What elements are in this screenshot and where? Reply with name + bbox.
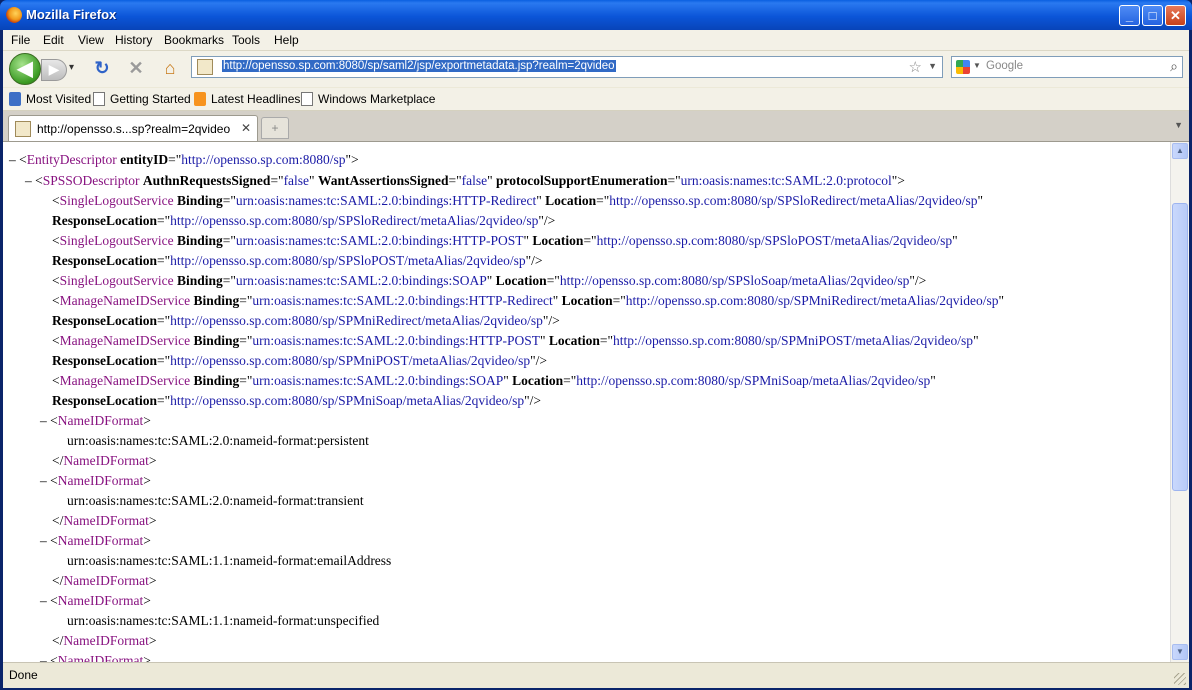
search-input[interactable]: Google: [986, 60, 1023, 72]
window-title: Mozilla Firefox: [26, 7, 117, 22]
xml-line: </NameIDFormat>: [52, 573, 157, 588]
engine-dropdown-icon[interactable]: ▼: [973, 61, 981, 70]
reload-icon[interactable]: ↻: [91, 57, 113, 79]
xml-line: urn:oasis:names:tc:SAML:1.1:nameid-forma…: [67, 553, 392, 568]
collapse-toggle[interactable]: –: [40, 533, 47, 548]
page-icon: [301, 92, 313, 106]
menu-bar: File Edit View History Bookmarks Tools H…: [3, 30, 1189, 51]
browser-window: File Edit View History Bookmarks Tools H…: [3, 30, 1189, 688]
menu-view[interactable]: View: [78, 33, 104, 47]
title-bar[interactable]: Mozilla Firefox _ □ ✕: [0, 0, 1192, 30]
xml-line: – <SPSSODescriptor AuthnRequestsSigned="…: [25, 173, 905, 188]
collapse-toggle[interactable]: –: [9, 152, 16, 167]
menu-bookmarks[interactable]: Bookmarks: [164, 33, 224, 47]
xml-line: ResponseLocation="http://opensso.sp.com:…: [52, 393, 542, 408]
bookmarks-toolbar: Most Visited Getting Started Latest Head…: [3, 88, 1189, 111]
xml-line: ResponseLocation="http://opensso.sp.com:…: [52, 353, 548, 368]
close-button[interactable]: ✕: [1165, 5, 1186, 26]
tab-list-dropdown-icon[interactable]: ▼: [1174, 120, 1183, 130]
xml-line: <ManageNameIDService Binding="urn:oasis:…: [52, 373, 936, 388]
collapse-toggle[interactable]: –: [40, 653, 47, 662]
menu-history[interactable]: History: [115, 33, 152, 47]
minimize-button[interactable]: _: [1119, 5, 1140, 26]
xml-line: – <EntityDescriptor entityID="http://ope…: [9, 152, 359, 167]
address-input[interactable]: http://opensso.sp.com:8080/sp/saml2/jsp/…: [222, 60, 616, 72]
site-favicon-icon: [197, 59, 213, 75]
menu-help[interactable]: Help: [274, 33, 299, 47]
stop-icon[interactable]: ✕: [125, 57, 147, 79]
xml-line: – <NameIDFormat>: [40, 653, 151, 662]
tab-label: http://opensso.s...sp?realm=2qvideo: [37, 122, 231, 136]
home-icon[interactable]: ⌂: [159, 57, 181, 79]
search-icon[interactable]: ⌕: [1170, 58, 1178, 75]
vertical-scrollbar[interactable]: ▲ ▼: [1170, 142, 1189, 662]
firefox-logo-icon: [6, 7, 22, 23]
new-tab-button[interactable]: +: [261, 117, 289, 139]
xml-line: ResponseLocation="http://opensso.sp.com:…: [52, 213, 556, 228]
history-dropdown-icon[interactable]: ▾: [69, 62, 74, 73]
menu-edit[interactable]: Edit: [43, 33, 64, 47]
resize-grip-icon[interactable]: [1174, 673, 1186, 685]
collapse-toggle[interactable]: –: [40, 413, 47, 428]
xml-line: ResponseLocation="http://opensso.sp.com:…: [52, 313, 560, 328]
collapse-toggle[interactable]: –: [40, 593, 47, 608]
scroll-down-button[interactable]: ▼: [1172, 644, 1188, 660]
xml-line: </NameIDFormat>: [52, 453, 157, 468]
rss-icon: [194, 92, 206, 106]
status-text: Done: [9, 668, 38, 682]
google-engine-icon[interactable]: [956, 60, 970, 74]
xml-line: – <NameIDFormat>: [40, 473, 151, 488]
collapse-toggle[interactable]: –: [40, 473, 47, 488]
xml-line: – <NameIDFormat>: [40, 593, 151, 608]
navigation-toolbar: ▶ ◀ ▾ ↻ ✕ ⌂ http://opensso.sp.com:8080/s…: [3, 51, 1189, 87]
xml-line: </NameIDFormat>: [52, 633, 157, 648]
xml-line: urn:oasis:names:tc:SAML:2.0:nameid-forma…: [67, 433, 369, 448]
xml-line: – <NameIDFormat>: [40, 533, 151, 548]
tab-exportmetadata[interactable]: http://opensso.s...sp?realm=2qvideo ✕: [8, 115, 258, 141]
tab-bar: http://opensso.s...sp?realm=2qvideo ✕ + …: [3, 111, 1189, 142]
collapse-toggle[interactable]: –: [25, 173, 32, 188]
xml-line: </NameIDFormat>: [52, 513, 157, 528]
xml-line: ResponseLocation="http://opensso.sp.com:…: [52, 253, 543, 268]
xml-line: <ManageNameIDService Binding="urn:oasis:…: [52, 333, 979, 348]
tab-close-icon[interactable]: ✕: [241, 121, 251, 135]
xml-line: <ManageNameIDService Binding="urn:oasis:…: [52, 293, 1004, 308]
scroll-thumb[interactable]: [1172, 203, 1188, 491]
page-icon: [93, 92, 105, 106]
bookmark-getting-started[interactable]: Getting Started: [93, 92, 191, 106]
xml-viewer: – <EntityDescriptor entityID="http://ope…: [3, 142, 1170, 662]
status-bar: Done: [3, 662, 1189, 688]
xml-line: <SingleLogoutService Binding="urn:oasis:…: [52, 193, 984, 208]
scroll-up-button[interactable]: ▲: [1172, 143, 1188, 159]
bookmark-latest-headlines[interactable]: Latest Headlines: [194, 92, 300, 106]
bookmark-windows-marketplace[interactable]: Windows Marketplace: [301, 92, 435, 106]
xml-line: – <NameIDFormat>: [40, 413, 151, 428]
url-dropdown-icon[interactable]: ▼: [928, 61, 937, 71]
maximize-button[interactable]: □: [1142, 5, 1163, 26]
xml-line: urn:oasis:names:tc:SAML:2.0:nameid-forma…: [67, 493, 364, 508]
forward-button[interactable]: ▶: [41, 59, 67, 81]
back-button[interactable]: ◀: [9, 53, 41, 85]
bookmark-star-icon[interactable]: ☆: [909, 58, 922, 76]
tab-favicon-icon: [15, 121, 31, 137]
menu-file[interactable]: File: [11, 33, 30, 47]
menu-tools[interactable]: Tools: [232, 33, 260, 47]
xml-line: <SingleLogoutService Binding="urn:oasis:…: [52, 233, 958, 248]
search-bar[interactable]: ▼ Google ⌕: [951, 56, 1183, 78]
bookmark-most-visited[interactable]: Most Visited: [9, 92, 91, 106]
address-bar[interactable]: http://opensso.sp.com:8080/sp/saml2/jsp/…: [191, 56, 943, 78]
xml-line: urn:oasis:names:tc:SAML:1.1:nameid-forma…: [67, 613, 380, 628]
xml-line: <SingleLogoutService Binding="urn:oasis:…: [52, 273, 927, 288]
most-visited-icon: [9, 92, 21, 106]
